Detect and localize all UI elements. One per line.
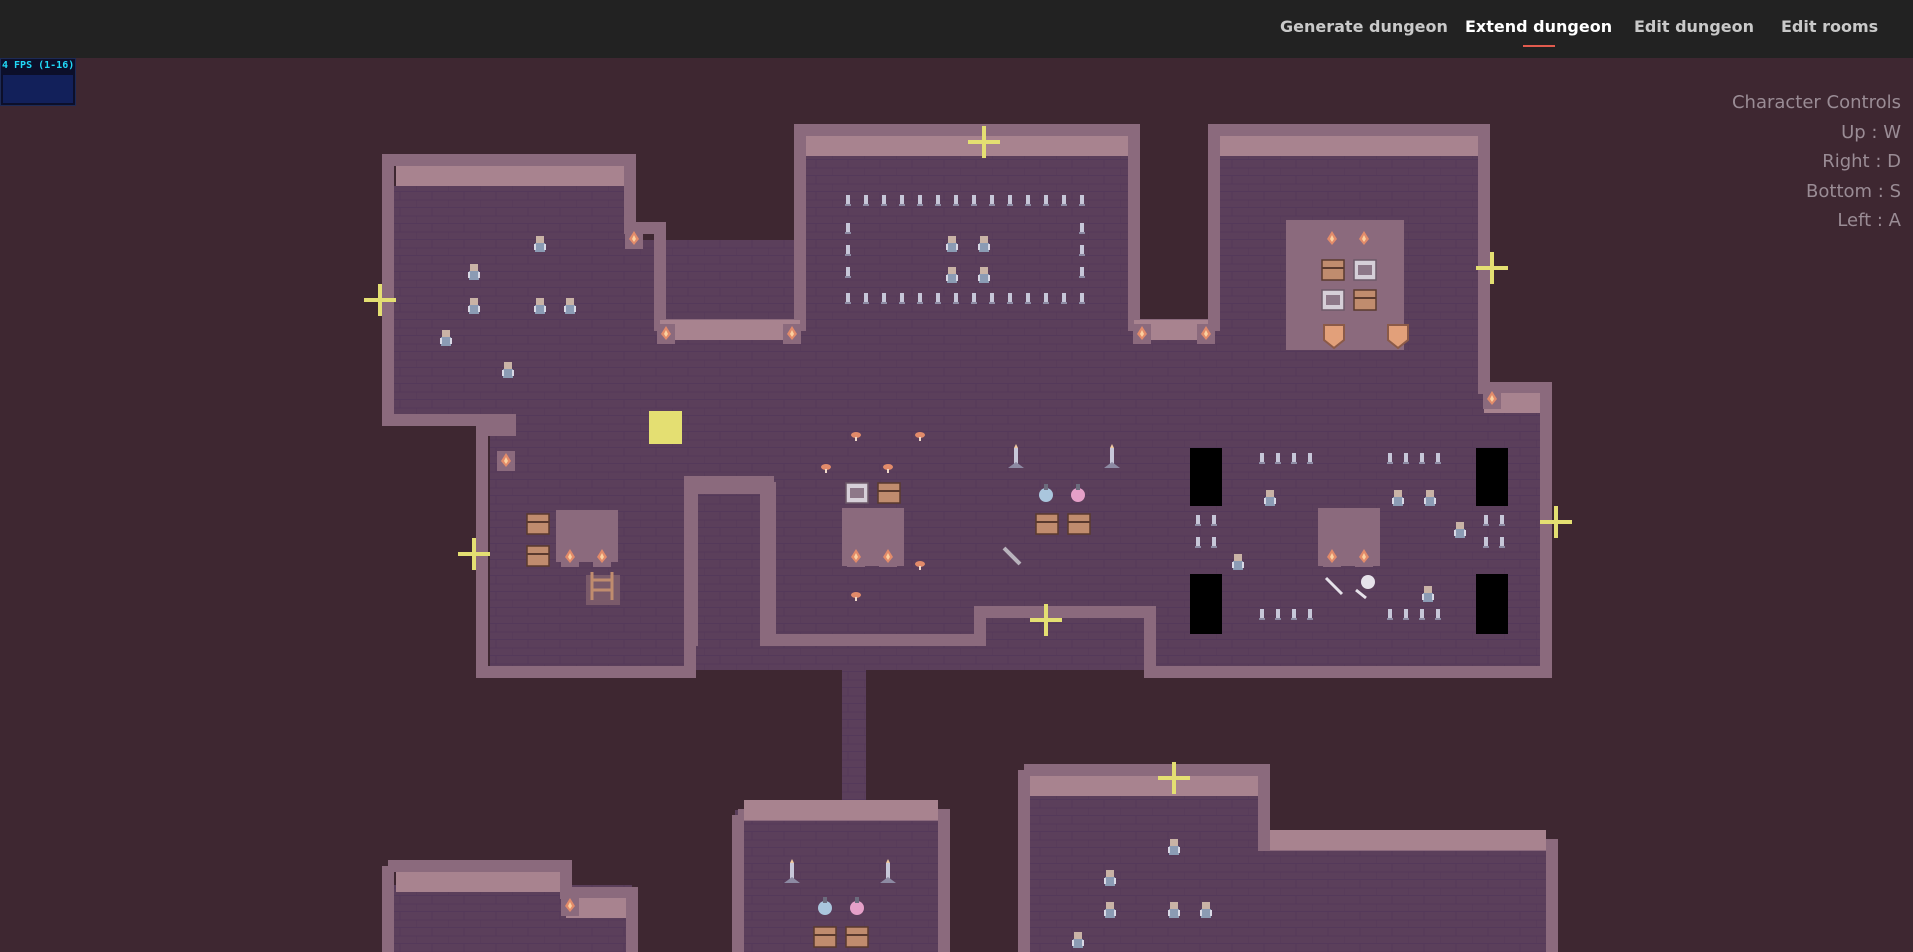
control-right: Right : D [1822, 151, 1901, 172]
fps-meter[interactable]: 4 FPS (1-16) [0, 58, 76, 106]
control-left: Left : A [1837, 210, 1901, 231]
tab-extend-dungeon[interactable]: Extend dungeon [1465, 0, 1612, 58]
tab-label: Edit rooms [1781, 17, 1879, 36]
tab-edit-dungeon[interactable]: Edit dungeon [1634, 0, 1754, 58]
fps-label: 4 FPS (1-16) [2, 60, 75, 71]
control-up: Up : W [1841, 121, 1901, 143]
top-nav-bar: Generate dungeon Extend dungeon Edit dun… [0, 0, 1913, 58]
player-character[interactable] [649, 411, 682, 444]
tab-label: Edit dungeon [1634, 17, 1755, 36]
character-controls: Character Controls Up : W Right : D Bott… [1732, 88, 1901, 236]
active-tab-indicator [1522, 45, 1555, 47]
tab-edit-rooms[interactable]: Edit rooms [1781, 0, 1878, 58]
tab-label: Generate dungeon [1280, 17, 1448, 36]
control-bottom: Bottom : S [1806, 180, 1901, 202]
tab-generate-dungeon[interactable]: Generate dungeon [1280, 0, 1448, 58]
dungeon-map[interactable] [0, 0, 1913, 952]
fps-graph [3, 75, 73, 103]
tab-label: Extend dungeon [1465, 17, 1613, 36]
controls-title: Character Controls [1731, 92, 1901, 113]
